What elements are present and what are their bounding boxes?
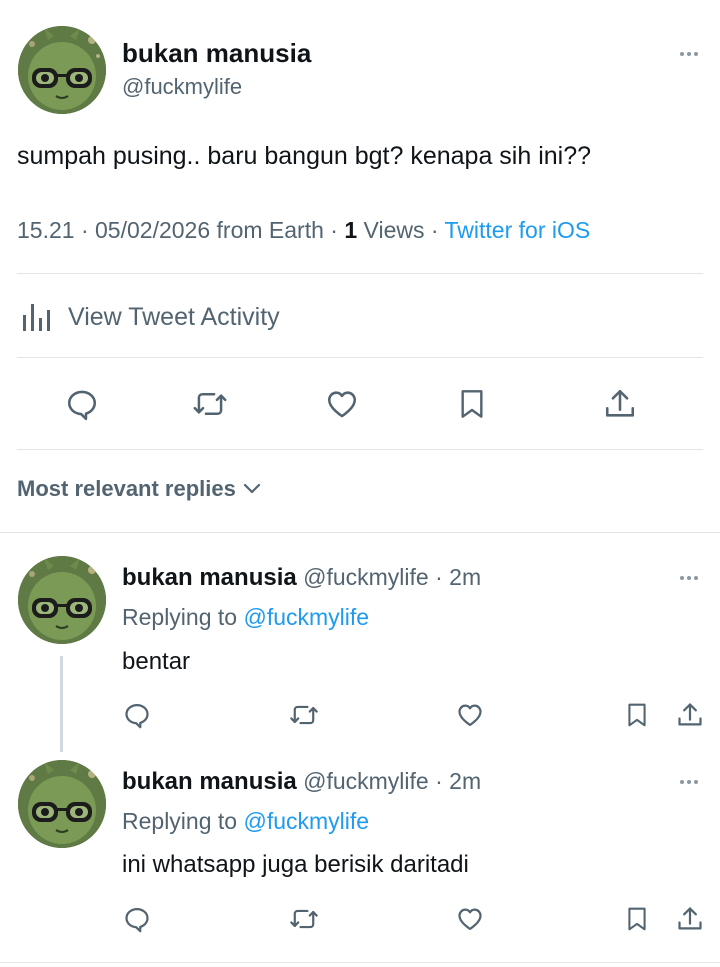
bookmark-icon	[461, 390, 483, 418]
view-tweet-activity-label: View Tweet Activity	[68, 302, 280, 331]
view-tweet-activity-button[interactable]: View Tweet Activity	[20, 298, 280, 336]
reply-time: 2m	[449, 564, 482, 590]
meta-separator: ·	[74, 217, 96, 243]
reply-icon	[67, 390, 97, 421]
like-button[interactable]	[453, 902, 487, 936]
bookmark-icon	[628, 703, 646, 727]
replies-sort-button[interactable]: Most relevant replies	[17, 476, 262, 502]
reply-display-name[interactable]: bukan manusia	[122, 564, 297, 591]
meta-separator: ·	[428, 564, 450, 590]
views-label: Views	[363, 217, 425, 243]
share-icon	[678, 703, 702, 726]
reply-icon	[125, 703, 149, 729]
reply-button[interactable]	[62, 384, 102, 424]
user-handle[interactable]: @fuckmylife	[122, 74, 242, 100]
share-icon	[678, 907, 702, 930]
replying-to: Replying to @fuckmylife	[122, 808, 369, 835]
like-icon	[458, 908, 482, 931]
like-button[interactable]	[453, 698, 487, 732]
avatar-image	[18, 556, 106, 644]
divider	[0, 962, 720, 963]
retweet-icon	[290, 705, 318, 725]
share-button[interactable]	[673, 698, 707, 732]
meta-separator: ·	[424, 217, 445, 243]
reply-header: bukan manusia @fuckmylife · 2m	[122, 768, 481, 796]
bookmark-icon	[628, 907, 646, 931]
reply-time: 2m	[449, 768, 482, 794]
client-link[interactable]: Twitter for iOS	[445, 217, 591, 243]
replying-prefix: Replying to	[122, 604, 238, 630]
bookmark-button[interactable]	[452, 384, 492, 424]
thread-connector	[60, 656, 63, 752]
replying-to-link[interactable]: @fuckmylife	[243, 808, 369, 834]
retweet-button[interactable]	[190, 384, 230, 424]
reply-button[interactable]	[120, 902, 154, 936]
reply-handle[interactable]: @fuckmylife	[303, 768, 429, 794]
retweet-icon	[290, 909, 318, 929]
more-options-icon[interactable]	[680, 780, 698, 784]
tweet-text: sumpah pusing.. baru bangun bgt? kenapa …	[17, 142, 592, 170]
retweet-icon	[193, 393, 227, 415]
divider	[17, 449, 703, 450]
meta-separator: ·	[323, 217, 345, 243]
location-prefix: from	[216, 217, 263, 243]
reply-icon	[125, 907, 149, 933]
bookmark-button[interactable]	[620, 698, 654, 732]
avatar-image	[18, 760, 106, 848]
display-name[interactable]: bukan manusia	[122, 38, 311, 69]
divider	[0, 532, 720, 533]
divider	[17, 357, 703, 358]
share-button[interactable]	[673, 902, 707, 936]
avatar[interactable]	[18, 760, 106, 848]
divider	[17, 273, 703, 274]
meta-separator: ·	[428, 768, 450, 794]
replies-sort-label: Most relevant replies	[17, 476, 236, 501]
like-button[interactable]	[322, 384, 362, 424]
replying-to-link[interactable]: @fuckmylife	[243, 604, 369, 630]
like-icon	[458, 704, 482, 727]
reply-text: ini whatsapp juga berisik daritadi	[122, 851, 469, 878]
replying-to: Replying to @fuckmylife	[122, 604, 369, 631]
avatar[interactable]	[18, 556, 106, 644]
retweet-button[interactable]	[286, 698, 322, 732]
retweet-button[interactable]	[286, 902, 322, 936]
tweet-time: 15.21	[17, 217, 75, 243]
share-icon	[605, 389, 635, 417]
reply-handle[interactable]: @fuckmylife	[303, 564, 429, 590]
bookmark-button[interactable]	[620, 902, 654, 936]
chevron-down-icon	[243, 483, 260, 494]
like-icon	[327, 391, 357, 418]
tweet-location: Earth	[268, 217, 324, 243]
avatar[interactable]	[18, 26, 106, 114]
bar-chart-icon	[23, 304, 50, 331]
replying-prefix: Replying to	[122, 808, 238, 834]
tweet-meta: 15.21 · 05/02/2026 from Earth · 1 Views …	[17, 217, 590, 244]
tweet-date: 05/02/2026	[95, 217, 211, 243]
more-options-icon[interactable]	[680, 52, 698, 56]
reply-display-name[interactable]: bukan manusia	[122, 768, 297, 795]
more-options-icon[interactable]	[680, 576, 698, 580]
avatar-image	[18, 26, 106, 114]
reply-button[interactable]	[120, 698, 154, 732]
views-count: 1	[344, 217, 358, 243]
reply-text: bentar	[122, 648, 191, 675]
share-button[interactable]	[600, 384, 640, 424]
reply-header: bukan manusia @fuckmylife · 2m	[122, 564, 481, 592]
